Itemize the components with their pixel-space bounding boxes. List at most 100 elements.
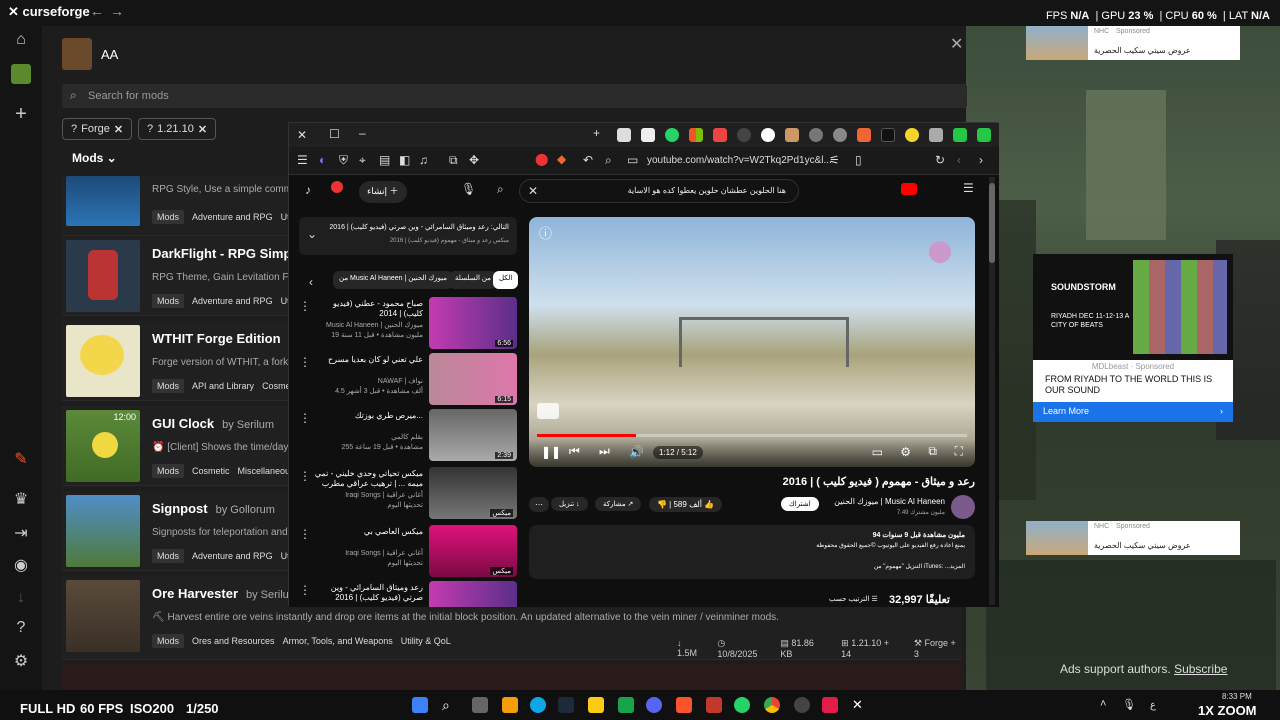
opera-gx-icon[interactable] — [822, 697, 838, 713]
brave-icon[interactable]: ◆ — [557, 152, 566, 166]
ad-soundstorm[interactable]: SOUNDSTORM RIYADH DEC 11-12-13 A CITY OF… — [1033, 254, 1233, 422]
extension-icon[interactable] — [809, 128, 823, 142]
extension-icon[interactable] — [617, 128, 631, 142]
search-input[interactable]: ⌕ Search for mods — [62, 84, 967, 108]
filter-remove-icon[interactable]: ✕ — [198, 123, 207, 136]
channel-watermark[interactable] — [929, 241, 951, 263]
download-button[interactable]: تنزيل ↓ — [551, 497, 588, 511]
forward-arrow-icon[interactable]: → — [110, 3, 124, 19]
extension-icon[interactable] — [857, 128, 871, 142]
app-icon[interactable] — [794, 697, 810, 713]
subscribe-watermark[interactable] — [537, 403, 559, 419]
extension-icon[interactable] — [785, 128, 799, 142]
subscribe-link[interactable]: Subscribe — [1174, 662, 1227, 676]
tray-chevron-icon[interactable]: ˄ — [1100, 698, 1106, 710]
close-icon[interactable]: ✕ — [297, 128, 307, 142]
extension-icon[interactable] — [761, 128, 775, 142]
search-icon[interactable]: ⌕ — [605, 153, 612, 168]
more-vertical-icon[interactable]: ⋮ — [299, 299, 311, 313]
windows-start-icon[interactable] — [412, 697, 428, 713]
extension-icon[interactable] — [929, 128, 943, 142]
section-mods-dropdown[interactable]: Mods ⌄ — [72, 151, 117, 165]
youtube-logo-icon[interactable] — [901, 183, 917, 195]
related-video[interactable]: 2:39 ميرص طري بوزتك... بقلم كالمي 255 مش… — [299, 409, 517, 465]
extension-icon[interactable] — [905, 128, 919, 142]
browser-logo-icon[interactable]: ◐ — [319, 153, 326, 167]
subscribe-button[interactable]: اشتراك — [781, 497, 819, 511]
more-vertical-icon[interactable]: ⋮ — [299, 583, 311, 597]
help-icon[interactable]: ? — [11, 618, 31, 638]
download-icon[interactable]: ↓ — [11, 588, 31, 608]
bookmark-icon[interactable]: ▯ — [855, 153, 862, 167]
miniplayer-icon[interactable]: ⧉ — [928, 444, 937, 459]
tiktok-icon[interactable] — [881, 128, 895, 142]
filter-remove-icon[interactable]: ✕ — [114, 123, 123, 136]
chip[interactable]: من Music Al Haneen | ميوزك الحنين — [333, 271, 453, 289]
reload-icon[interactable]: ↻ — [935, 153, 945, 167]
discord-icon[interactable]: ◉ — [11, 556, 31, 576]
settings-gear-icon[interactable]: ⚙ — [11, 652, 31, 672]
share-button[interactable]: مشاركة ↗ — [595, 497, 642, 511]
whatsapp-icon[interactable] — [665, 128, 679, 142]
brave-icon[interactable] — [676, 697, 692, 713]
next-up-panel[interactable]: ⌄ التالي: رعد وميثاق السامرائي - وين صرت… — [299, 217, 517, 255]
tune-icon[interactable]: ⚟ — [829, 153, 840, 167]
ad-banner-bottom[interactable]: NHC Sponsored عروض سيتي سكيب الحصرية — [1026, 521, 1240, 555]
chrome-icon[interactable] — [764, 697, 780, 713]
captions-icon[interactable]: ▭ — [872, 445, 883, 459]
adblock-icon[interactable]: ⬤ — [535, 152, 548, 166]
previous-icon[interactable]: ⏮ — [569, 444, 580, 459]
curseforge-taskbar-icon[interactable]: ✕ — [852, 697, 868, 713]
maximize-icon[interactable]: ☐ — [329, 127, 340, 141]
pen-icon[interactable]: ✎ — [11, 450, 31, 470]
file-explorer-icon[interactable] — [588, 697, 604, 713]
home-icon[interactable]: ⌂ — [11, 30, 31, 50]
close-icon[interactable]: ✕ — [950, 34, 963, 54]
app-icon[interactable] — [706, 697, 722, 713]
steam-icon[interactable] — [558, 697, 574, 713]
sort-button[interactable]: الترتيب حسب ☰ — [829, 595, 878, 603]
scrollbar[interactable] — [989, 177, 995, 605]
minecraft-icon[interactable] — [11, 64, 31, 84]
kick-icon[interactable] — [953, 128, 967, 142]
url-input[interactable]: youtube.com/watch?v=W2Tkq2Pd1yc&l... — [647, 155, 832, 166]
search-icon[interactable]: ⌕ — [442, 697, 458, 713]
progress-track[interactable] — [537, 434, 967, 437]
xbox-icon[interactable] — [618, 697, 634, 713]
video-player[interactable]: ⓘ ❚❚ ⏮ ⏭ 🔊 1:12 / 5:12 ▭ ⚙ ⧉ ⛶ — [529, 217, 975, 467]
extension-icon[interactable] — [641, 128, 655, 142]
layout-icon[interactable]: ▤ — [379, 153, 390, 167]
create-button[interactable]: إنشاء ＋ — [359, 181, 407, 203]
filter-forge[interactable]: ? Forge ✕ — [62, 118, 133, 140]
clock[interactable]: 8:33 PM — [1222, 692, 1252, 701]
edge-icon[interactable] — [530, 697, 546, 713]
fullscreen-icon[interactable]: ⛶ — [955, 444, 963, 459]
search-icon[interactable]: ⌕ — [497, 182, 504, 197]
mod-title[interactable]: WTHIT Forge Edition — [152, 331, 281, 346]
ad-banner-top[interactable]: NHC Sponsored عروض سيتي سكيب الحصرية — [1026, 26, 1240, 60]
kick-icon[interactable] — [977, 128, 991, 142]
microphone-icon[interactable]: 🎙 — [1122, 698, 1136, 711]
screenshot-icon[interactable]: ⧉ — [449, 153, 458, 168]
new-tab-icon[interactable]: + — [593, 126, 600, 140]
menu-icon[interactable]: ☰ — [963, 181, 974, 195]
related-video[interactable]: ميكس ميكس العاصي بي Iraqi Songs | أغاني … — [299, 525, 517, 581]
login-icon[interactable]: ⇥ — [11, 524, 31, 544]
volume-icon[interactable]: 🔊 — [629, 445, 644, 459]
pause-icon[interactable]: ❚❚ — [541, 445, 561, 459]
add-icon[interactable]: + — [11, 104, 31, 124]
info-icon[interactable]: ⓘ — [539, 223, 552, 242]
related-video[interactable]: 6:56 صباح محمود - عطني (فيديو كليب) | 20… — [299, 297, 517, 353]
more-vertical-icon[interactable]: ⋮ — [299, 355, 311, 369]
like-dislike-button[interactable]: 👎 | 589 ألف 👍 — [649, 497, 723, 512]
menu-icon[interactable]: ☰ — [297, 153, 308, 167]
extension-icon[interactable] — [713, 128, 727, 142]
app-icon[interactable] — [502, 697, 518, 713]
next-icon[interactable]: ⏭ — [599, 444, 610, 459]
mod-title[interactable]: Signpost — [152, 501, 208, 516]
extension-icon[interactable] — [737, 128, 751, 142]
site-info-icon[interactable]: ▭ — [627, 153, 638, 167]
more-vertical-icon[interactable]: ⋮ — [299, 469, 311, 483]
back-arrow-icon[interactable]: ← — [90, 3, 104, 19]
mod-title[interactable]: GUI Clock — [152, 416, 214, 431]
